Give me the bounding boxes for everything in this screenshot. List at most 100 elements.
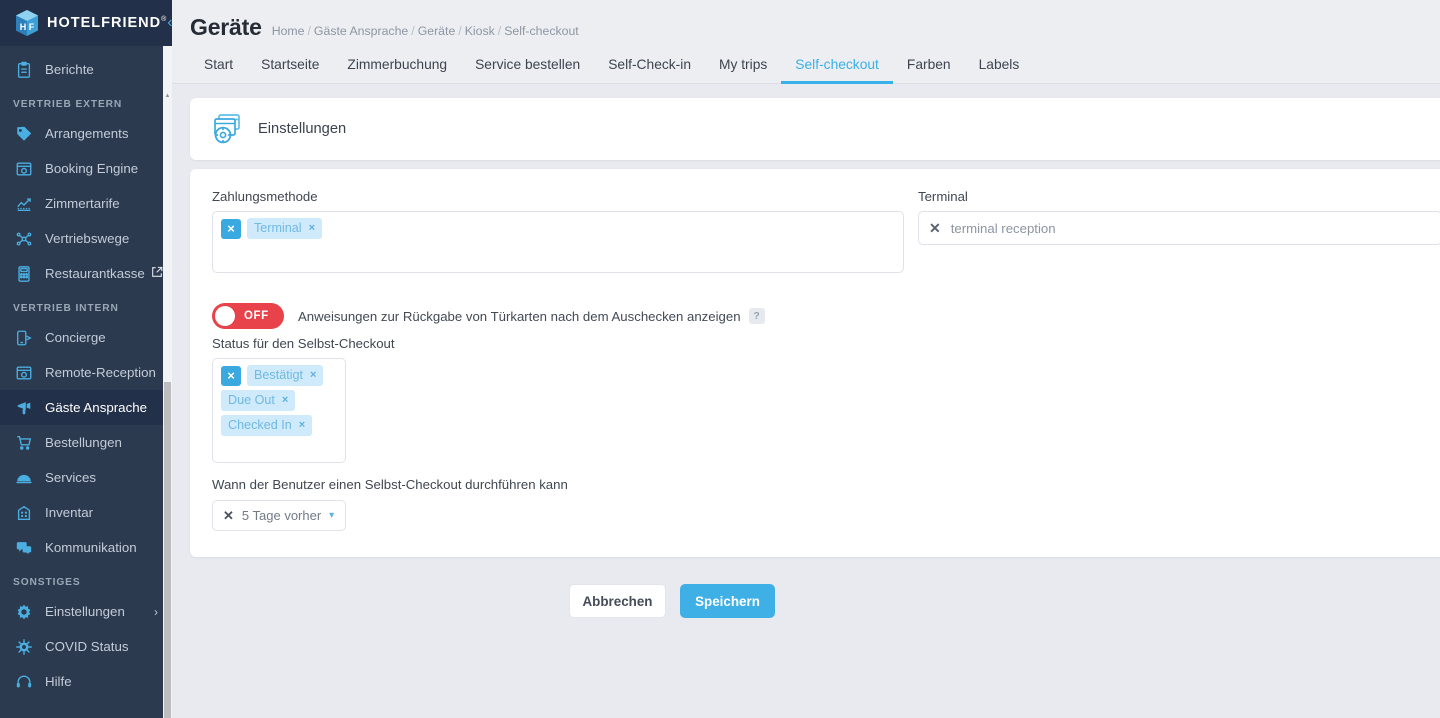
sidebar-item-label: Einstellungen xyxy=(45,604,125,619)
status-clear-icon[interactable]: × xyxy=(221,365,241,386)
settings-form-body: Zahlungsmethode × Terminal × Terminal ✕ … xyxy=(190,169,1440,557)
tag-icon xyxy=(13,125,35,143)
tab-service-bestellen[interactable]: Service bestellen xyxy=(461,57,594,83)
tab-farben[interactable]: Farben xyxy=(893,57,965,83)
sidebar-scrollbar-thumb[interactable] xyxy=(164,382,171,718)
sidebar-item-arrangements[interactable]: Arrangements xyxy=(0,116,172,151)
status-multiselect[interactable]: × Bestätigt × Due Out × Checked In × xyxy=(212,358,346,463)
app-root: H F HOTELFRIEND® « Berichte VERTRIEB EXTE… xyxy=(0,0,1440,718)
sidebar-item-restaurantkasse[interactable]: Restaurantkasse xyxy=(0,256,172,291)
sidebar-scroll-up-icon[interactable]: ▲ xyxy=(164,93,171,99)
sidebar-item-label: Concierge xyxy=(45,330,106,345)
breadcrumb-item-1[interactable]: Home xyxy=(272,24,305,38)
tab-self-checkout[interactable]: Self-checkout xyxy=(781,57,893,84)
terminal-select[interactable]: ✕ terminal reception xyxy=(918,211,1440,245)
sidebar-item-label: Hilfe xyxy=(45,674,72,689)
status-chip-row-0: × Bestätigt × xyxy=(221,365,337,386)
headset-icon xyxy=(13,673,35,691)
terminal-clear-icon[interactable]: ✕ xyxy=(929,221,941,235)
breadcrumb-item-3[interactable]: Geräte xyxy=(418,24,456,38)
sidebar-item-concierge[interactable]: Concierge xyxy=(0,320,172,355)
external-link-icon[interactable] xyxy=(151,266,163,281)
sidebar-section-header: VERTRIEB EXTERN xyxy=(13,99,123,110)
breadcrumb-separator: / xyxy=(458,24,462,38)
sidebar-item-label: Kommunikation xyxy=(45,540,137,555)
cart-icon xyxy=(13,434,35,452)
payment-method-multiselect[interactable]: × Terminal × xyxy=(212,211,904,273)
status-chip-0-remove-icon[interactable]: × xyxy=(310,369,316,381)
sidebar-item-berichte[interactable]: Berichte xyxy=(0,52,172,87)
sidebar-item-label: Zimmertarife xyxy=(45,196,120,211)
status-chip-2-remove-icon[interactable]: × xyxy=(299,419,305,431)
terminal-value: terminal reception xyxy=(950,220,1056,236)
cancel-button[interactable]: Abbrechen xyxy=(569,584,666,618)
terminal-group: Terminal ✕ terminal reception xyxy=(912,189,1440,273)
hotelfriend-cube-icon: H F xyxy=(16,10,38,36)
payment-method-clear-icon[interactable]: × xyxy=(221,218,241,239)
gear-icon xyxy=(13,603,35,621)
sidebar-item-g-ste-ansprache[interactable]: Gäste Ansprache xyxy=(0,390,172,425)
chart-up-icon xyxy=(13,195,35,213)
breadcrumb-item-4[interactable]: Kiosk xyxy=(465,24,495,38)
sidebar-item-einstellungen[interactable]: Einstellungen › xyxy=(0,594,172,629)
top-fields-row: Zahlungsmethode × Terminal × Terminal ✕ … xyxy=(212,189,1440,273)
chevron-right-icon[interactable]: › xyxy=(154,605,158,619)
tab-self-check-in[interactable]: Self-Check-in xyxy=(594,57,705,83)
help-icon[interactable]: ? xyxy=(748,308,765,324)
tab-zimmerbuchung[interactable]: Zimmerbuchung xyxy=(333,57,461,83)
sidebar: H F HOTELFRIEND® « Berichte VERTRIEB EXTE… xyxy=(0,0,172,718)
tab-labels[interactable]: Labels xyxy=(965,57,1034,83)
sidebar-item-inventar[interactable]: Inventar xyxy=(0,495,172,530)
brand-logo[interactable]: H F HOTELFRIEND® « xyxy=(0,0,172,46)
status-chip-1[interactable]: Due Out × xyxy=(221,390,296,411)
status-chip-row-2: Checked In × xyxy=(221,411,337,436)
pos-terminal-icon xyxy=(13,265,35,283)
virus-icon xyxy=(13,638,35,656)
terminal-label: Terminal xyxy=(918,189,968,204)
sidebar-item-zimmertarife[interactable]: Zimmertarife xyxy=(0,186,172,221)
breadcrumb-separator: / xyxy=(307,24,311,38)
breadcrumb: Home / Gäste Ansprache / Geräte / Kiosk / Self-c… xyxy=(272,24,579,38)
sidebar-item-services[interactable]: Services xyxy=(0,460,172,495)
sidebar-item-vertriebswege[interactable]: Vertriebswege xyxy=(0,221,172,256)
sidebar-item-remote-reception[interactable]: Remote-Reception xyxy=(0,355,172,390)
chevron-down-icon[interactable]: ▾ xyxy=(329,510,334,521)
payment-method-chip-remove-icon[interactable]: × xyxy=(309,222,315,234)
sidebar-item-label: COVID Status xyxy=(45,639,129,654)
status-chip-2[interactable]: Checked In × xyxy=(221,415,313,436)
sidebar-item-label: Inventar xyxy=(45,505,94,520)
when-clear-icon[interactable]: ✕ xyxy=(223,509,234,522)
sidebar-item-label: Services xyxy=(45,470,96,485)
tab-startseite[interactable]: Startseite xyxy=(247,57,333,83)
building-icon xyxy=(13,504,35,522)
tab-start[interactable]: Start xyxy=(190,57,247,83)
status-chip-0[interactable]: Bestätigt × xyxy=(247,365,324,386)
sidebar-item-bestellungen[interactable]: Bestellungen xyxy=(0,425,172,460)
sidebar-item-kommunikation[interactable]: Kommunikation xyxy=(0,530,172,565)
brand-name-text: HOTELFRIEND xyxy=(47,15,162,31)
brand-name: HOTELFRIEND® xyxy=(47,15,167,31)
tab-my-trips[interactable]: My trips xyxy=(705,57,781,83)
sidebar-item-covid-status[interactable]: COVID Status xyxy=(0,629,172,664)
status-chip-2-label: Checked In xyxy=(228,418,292,432)
settings-card-title: Einstellungen xyxy=(258,121,347,137)
breadcrumb-item-2[interactable]: Gäste Ansprache xyxy=(314,24,408,38)
sidebar-item-label: Bestellungen xyxy=(45,435,122,450)
sidebar-scrollbar-track[interactable]: ▲ xyxy=(163,46,172,718)
breadcrumb-separator: / xyxy=(497,24,502,38)
sidebar-item-hilfe[interactable]: Hilfe xyxy=(0,664,172,699)
payment-method-chip[interactable]: Terminal × xyxy=(247,218,323,239)
payment-method-group: Zahlungsmethode × Terminal × xyxy=(212,189,912,273)
when-value: 5 Tage vorher xyxy=(241,508,322,523)
breadcrumb-item-5[interactable]: Self-checkout xyxy=(504,24,579,38)
tab-bar: Start Startseite Zimmerbuchung Service best… xyxy=(172,41,1440,84)
door-card-toggle[interactable]: OFF xyxy=(212,303,284,329)
status-chip-1-remove-icon[interactable]: × xyxy=(282,394,288,406)
breadcrumb-separator: / xyxy=(411,24,415,38)
toggle-knob xyxy=(215,306,235,326)
sidebar-item-booking-engine[interactable]: Booking Engine xyxy=(0,151,172,186)
browser-gear-icon xyxy=(13,364,35,382)
when-select[interactable]: ✕ 5 Tage vorher ▾ xyxy=(212,500,346,531)
save-button[interactable]: Speichern xyxy=(680,584,775,618)
megaphone-icon xyxy=(13,399,35,417)
